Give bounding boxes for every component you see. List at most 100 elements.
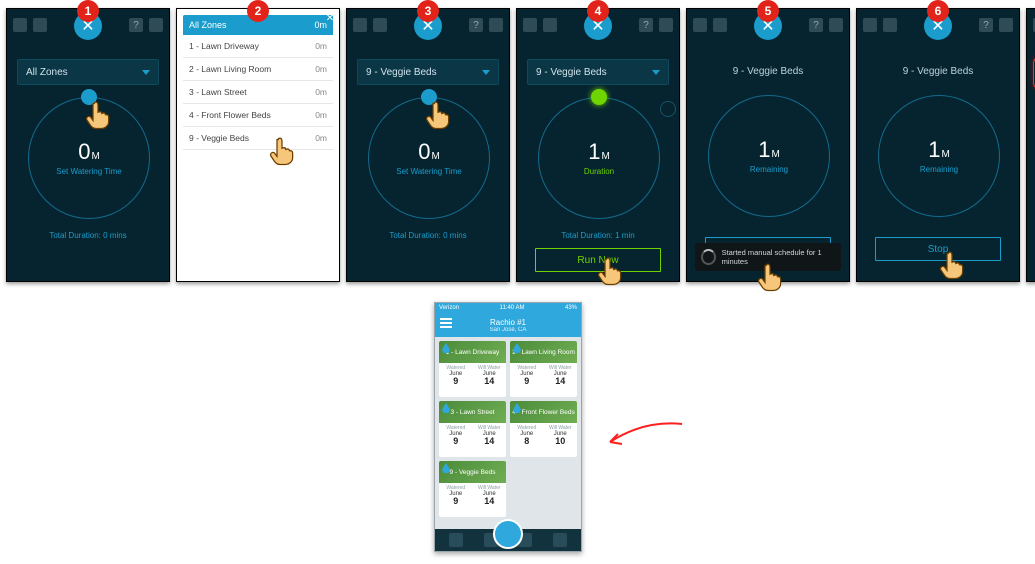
dial-sublabel: Set Watering Time bbox=[396, 167, 462, 176]
zone-label-static: 9 - Veggie Beds bbox=[697, 59, 839, 83]
grid-icon[interactable] bbox=[13, 18, 27, 32]
zone-item[interactable]: 9 - Veggie Beds0m bbox=[183, 127, 333, 150]
zone-label: All Zones bbox=[26, 67, 68, 78]
drop-icon bbox=[442, 403, 450, 413]
pointer-hand-icon bbox=[757, 263, 783, 293]
pointer-hand-icon bbox=[425, 101, 451, 131]
pointer-hand-icon bbox=[597, 257, 623, 287]
step-badge: 1 bbox=[77, 0, 99, 22]
clock-label: 11:40 AM bbox=[500, 305, 525, 311]
dial-sublabel: Remaining bbox=[750, 165, 788, 174]
list-icon[interactable] bbox=[33, 18, 47, 32]
step-4: 4 ✕ 9 - Veggie Beds 1M Duration Total Du… bbox=[516, 8, 680, 282]
step-badge: 6 bbox=[927, 0, 949, 22]
dial[interactable]: 1M Remaining bbox=[708, 95, 828, 215]
list-icon[interactable] bbox=[713, 18, 727, 32]
drop-icon bbox=[442, 343, 450, 353]
dial-minutes: 0M bbox=[418, 141, 440, 163]
total-duration: Total Duration: 0 mins bbox=[1027, 231, 1035, 240]
hamburger-icon[interactable] bbox=[440, 318, 452, 328]
dial[interactable]: 1M Duration bbox=[538, 97, 658, 217]
zone-item[interactable]: 4 - Front Flower Beds0m bbox=[183, 104, 333, 127]
zone-card[interactable]: 9 - Veggie Beds WateredJune9 Will WaterJ… bbox=[439, 461, 506, 517]
tab-grid-icon[interactable] bbox=[449, 533, 463, 547]
grid-icon[interactable] bbox=[353, 18, 367, 32]
clock-icon bbox=[660, 101, 676, 117]
chart-icon[interactable] bbox=[149, 18, 163, 32]
dial-minutes: 1M bbox=[928, 139, 950, 161]
dial-sublabel: Remaining bbox=[920, 165, 958, 174]
chevron-down-icon bbox=[142, 70, 150, 75]
spinner-icon bbox=[701, 249, 716, 265]
zone-selector[interactable]: 9 - Veggie Beds bbox=[527, 59, 669, 85]
step-badge: 3 bbox=[417, 0, 439, 22]
step-badge: 4 bbox=[587, 0, 609, 22]
zone-label: 9 - Veggie Beds bbox=[536, 67, 607, 78]
step-6: 6 ✕ 9 - Veggie Beds 1M Remaining Stop bbox=[856, 8, 1020, 282]
app-location: San Jose, CA bbox=[490, 327, 527, 333]
dial-sublabel: Set Watering Time bbox=[56, 167, 122, 176]
stop-button[interactable]: Stop bbox=[875, 237, 1001, 261]
total-duration: Total Duration: 0 mins bbox=[347, 231, 509, 240]
steps-row: 1 ✕ All Zones 0M Set Watering Time Total… bbox=[0, 0, 1035, 288]
chart-icon[interactable] bbox=[999, 18, 1013, 32]
dial-minutes: 1M bbox=[758, 139, 780, 161]
remote-button[interactable] bbox=[493, 519, 523, 549]
step-badge: 2 bbox=[247, 0, 269, 22]
pointer-hand-icon bbox=[269, 137, 295, 167]
chart-icon[interactable] bbox=[659, 18, 673, 32]
zone-label-static: 9 - Veggie Beds bbox=[867, 59, 1009, 83]
tab-chart-icon[interactable] bbox=[553, 533, 567, 547]
help-icon[interactable] bbox=[809, 18, 823, 32]
chevron-down-icon bbox=[652, 70, 660, 75]
arrow-annotation bbox=[604, 420, 684, 450]
grid-icon[interactable] bbox=[863, 18, 877, 32]
zone-item[interactable]: 3 - Lawn Street0m bbox=[183, 81, 333, 104]
step-badge: 5 bbox=[757, 0, 779, 22]
step-2: 2 ✕ All Zones 0m 1 - Lawn Driveway0m 2 -… bbox=[176, 8, 340, 282]
carrier-label: Verizon bbox=[439, 305, 459, 311]
app-title: Rachio #1 bbox=[490, 318, 526, 327]
drop-icon bbox=[513, 343, 521, 353]
total-duration: Total Duration: 0 mins bbox=[7, 231, 169, 240]
dial-knob[interactable] bbox=[591, 89, 607, 105]
zone-label: 9 - Veggie Beds bbox=[366, 67, 437, 78]
dial-minutes: 1M bbox=[588, 141, 610, 163]
dial[interactable]: 1M Remaining bbox=[878, 95, 998, 215]
chart-icon[interactable] bbox=[489, 18, 503, 32]
pointer-hand-icon bbox=[85, 101, 111, 131]
total-duration: Total Duration: 1 min bbox=[517, 231, 679, 240]
zone-selector[interactable]: 9 - Veggie Beds bbox=[357, 59, 499, 85]
toolbar bbox=[1027, 9, 1035, 37]
help-icon[interactable] bbox=[129, 18, 143, 32]
list-icon[interactable] bbox=[883, 18, 897, 32]
help-icon[interactable] bbox=[469, 18, 483, 32]
tab-bar bbox=[435, 529, 581, 551]
pointer-hand-icon bbox=[939, 251, 965, 281]
status-bar: Verizon 11:40 AM 43% bbox=[435, 303, 581, 313]
help-icon[interactable] bbox=[979, 18, 993, 32]
zone-card[interactable]: 3 - Lawn Street WateredJune9 Will WaterJ… bbox=[439, 401, 506, 457]
zone-dropdown-title: All Zones bbox=[189, 20, 227, 30]
zone-selector[interactable]: All Zones bbox=[17, 59, 159, 85]
battery-label: 43% bbox=[565, 305, 577, 311]
chart-icon[interactable] bbox=[829, 18, 843, 32]
help-icon[interactable] bbox=[639, 18, 653, 32]
zone-card[interactable]: 1 - Lawn Driveway WateredJune9 Will Wate… bbox=[439, 341, 506, 397]
zone-item[interactable]: 1 - Lawn Driveway0m bbox=[183, 35, 333, 58]
app-header: Rachio #1 San Jose, CA bbox=[435, 313, 581, 337]
zones-grid: 1 - Lawn Driveway WateredJune9 Will Wate… bbox=[435, 337, 581, 545]
drop-icon bbox=[513, 403, 521, 413]
grid-icon[interactable] bbox=[523, 18, 537, 32]
dial-minutes: 0M bbox=[78, 141, 100, 163]
grid-icon[interactable] bbox=[693, 18, 707, 32]
zone-card[interactable]: 2 - Lawn Living Room WateredJune9 Will W… bbox=[510, 341, 577, 397]
zone-grid-screenshot: Verizon 11:40 AM 43% Rachio #1 San Jose,… bbox=[434, 302, 582, 552]
drop-icon bbox=[442, 463, 450, 473]
zone-item[interactable]: 2 - Lawn Living Room0m bbox=[183, 58, 333, 81]
zone-dropdown-panel: ✕ All Zones 0m 1 - Lawn Driveway0m 2 - L… bbox=[183, 15, 333, 275]
zone-card[interactable]: 4 - Front Flower Beds WateredJune8 Will … bbox=[510, 401, 577, 457]
dial-sublabel: Duration bbox=[584, 167, 614, 176]
list-icon[interactable] bbox=[373, 18, 387, 32]
list-icon[interactable] bbox=[543, 18, 557, 32]
